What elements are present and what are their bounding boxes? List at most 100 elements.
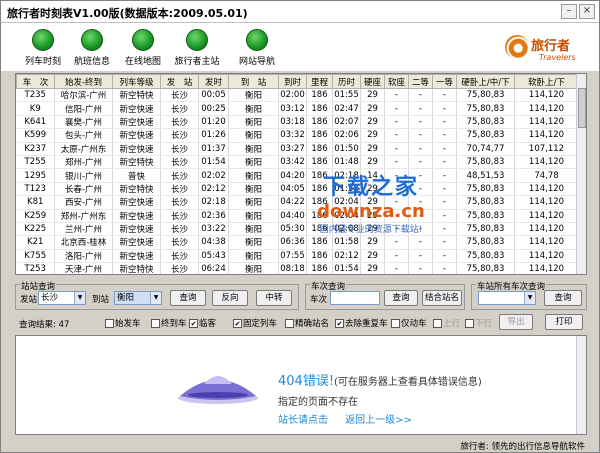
table-cell: 186: [306, 101, 333, 116]
checkbox-icon[interactable]: ✔: [233, 319, 242, 328]
scrollbar-thumb[interactable]: [578, 88, 586, 128]
checkbox-icon[interactable]: [151, 319, 160, 328]
table-cell: 186: [306, 222, 333, 237]
filter-checkbox[interactable]: ✔ 临客: [189, 317, 216, 329]
station-all-panel: 车站所有车次查询 ▼ 查询: [471, 280, 587, 310]
column-header[interactable]: 到 站: [228, 74, 279, 89]
error-title: 404错误!: [278, 374, 335, 389]
column-header[interactable]: 发 站: [160, 74, 199, 89]
export-button[interactable]: 导出: [499, 314, 533, 330]
station-query-button[interactable]: 查询: [170, 290, 206, 306]
column-header[interactable]: 一等: [432, 74, 457, 89]
checkbox-icon[interactable]: ✔: [189, 319, 198, 328]
table-row[interactable]: T123 长春-广州 新空特快 长沙 02:12 衡阳 04:05 186 01:53 29- - -…: [16, 182, 579, 197]
table-cell: 衡阳: [228, 249, 279, 264]
table-cell: 29: [360, 182, 385, 197]
filter-checkbox[interactable]: ✔ 去除重复车: [335, 317, 388, 329]
column-header[interactable]: 里程: [306, 74, 333, 89]
online-map-label: 在线地图: [124, 57, 161, 67]
online-map-button[interactable]: 在线地图: [115, 27, 171, 71]
train-number-input[interactable]: [330, 291, 380, 305]
table-cell: 新空快速: [112, 115, 161, 130]
filter-checkbox[interactable]: 上行: [433, 317, 460, 329]
table-cell: -: [408, 168, 433, 183]
train-schedule-label: 列车时刻: [24, 57, 61, 67]
grid-scrollbar[interactable]: [576, 74, 586, 274]
flight-info-button[interactable]: 航班信息: [64, 27, 120, 71]
reverse-button[interactable]: 反向: [212, 290, 248, 306]
table-row[interactable]: T255 郑州-广州 新空特快 长沙 01:54 衡阳 03:42 186 01:48 29- - -…: [16, 155, 579, 170]
from-station-select[interactable]: 长沙 ▼: [38, 291, 86, 305]
go-back-link[interactable]: 返回上一级>>: [345, 415, 412, 426]
chevron-down-icon[interactable]: ▼: [524, 292, 535, 304]
column-header[interactable]: 发时: [198, 74, 229, 89]
to-station-select[interactable]: 衡阳 ▼: [114, 291, 162, 305]
filter-checkbox[interactable]: 仅动车: [391, 317, 427, 329]
table-cell: -: [432, 195, 457, 210]
train-query-button[interactable]: 查询: [384, 290, 418, 306]
filter-checkbox[interactable]: ✔ 固定列车: [233, 317, 277, 329]
table-cell: 75,80,83: [456, 115, 515, 130]
filter-checkbox[interactable]: 下行: [465, 317, 492, 329]
webmaster-link[interactable]: 站长请点击: [278, 415, 328, 426]
column-header[interactable]: 软座: [384, 74, 409, 89]
table-row[interactable]: K599 包头-广州 新空快速 长沙 01:26 衡阳 03:32 186 02:06 29- - -…: [16, 128, 579, 143]
checkbox-icon[interactable]: ✔: [335, 319, 344, 328]
filter-checkbox[interactable]: 终到车: [151, 317, 187, 329]
column-header[interactable]: 始发-终到: [54, 74, 113, 89]
checkbox-icon[interactable]: [433, 319, 442, 328]
table-cell: K21: [16, 235, 55, 250]
column-header[interactable]: 列车等级: [112, 74, 161, 89]
chevron-down-icon[interactable]: ▼: [74, 292, 85, 304]
column-header[interactable]: 车 次: [16, 74, 55, 89]
table-cell: 新空快速: [112, 249, 161, 264]
schedule-grid[interactable]: 车 次始发-终到 列车等级发 站发时到 站到时 里程 历时 硬座 软座 二等 一等 硬卧上/中/…: [15, 73, 587, 275]
table-row[interactable]: K237 太原-广州东 新空快速 长沙 01:37 衡阳 03:27 186 01:50 29- -…: [16, 142, 579, 156]
table-cell: -: [408, 262, 433, 274]
table-row[interactable]: K259 郑州-广州东 新空快速 长沙 02:36 衡阳 04:40 186 02:04 29- -…: [16, 209, 579, 223]
table-cell: 04:20: [278, 168, 307, 183]
table-row[interactable]: K641 襄樊-广州 新空快速 长沙 01:20 衡阳 03:18 186 02:07 29- - -…: [16, 115, 579, 130]
checkbox-icon[interactable]: [105, 319, 114, 328]
station-all-select[interactable]: ▼: [478, 291, 536, 305]
flight-info-label: 航班信息: [73, 57, 110, 67]
table-cell: 14: [360, 168, 385, 183]
table-cell: -: [384, 195, 409, 210]
column-header[interactable]: 硬卧上/中/下: [456, 74, 515, 89]
table-row[interactable]: K225 兰州-广州 新空快速 长沙 03:22 衡阳 05:30 186 02:08 29- - -…: [16, 222, 579, 237]
error-note: (可在服务器上查看具体错误信息): [334, 377, 482, 388]
close-button[interactable]: ×: [579, 4, 595, 19]
site-nav-button[interactable]: 网站导航: [229, 27, 285, 71]
chevron-down-icon[interactable]: ▼: [150, 292, 161, 304]
combine-station-button[interactable]: 结合站名: [422, 290, 462, 306]
table-row[interactable]: K9 信阳-广州 新空快速 长沙 00:25 衡阳 03:12 186 02:47 29- - -75…: [16, 101, 579, 116]
column-header[interactable]: 历时: [332, 74, 361, 89]
column-header[interactable]: 二等: [408, 74, 433, 89]
print-button[interactable]: 打印: [545, 314, 583, 330]
filter-checkbox[interactable]: 精确站名: [285, 317, 329, 329]
checkbox-icon[interactable]: [465, 319, 474, 328]
checkbox-icon[interactable]: [391, 319, 400, 328]
station-all-query-button[interactable]: 查询: [544, 290, 582, 306]
table-cell: 衡阳: [228, 101, 279, 116]
train-schedule-button[interactable]: 列车时刻: [15, 27, 71, 71]
table-cell: 02:08: [332, 222, 361, 237]
filter-checkbox[interactable]: 始发车: [105, 317, 141, 329]
table-row[interactable]: T235 哈尔滨-广州 新空特快 长沙 00:05 衡阳 02:00 186 01:55 29- -…: [16, 88, 579, 103]
table-row[interactable]: K81 西安-广州 新空快速 长沙 02:18 衡阳 04:22 186 02:04 29- - -7…: [16, 195, 579, 210]
table-row[interactable]: K755 洛阳-广州 新空快速 长沙 05:43 衡阳 07:55 186 02:12 29- - -…: [16, 249, 579, 264]
column-header[interactable]: 到时: [278, 74, 307, 89]
table-row[interactable]: 1295 银川-广州 普快 长沙 02:02 衡阳 04:20 186 02:18 14- - -48…: [16, 168, 579, 183]
table-cell: 长沙: [160, 249, 199, 264]
checkbox-icon[interactable]: [285, 319, 294, 328]
table-cell: 29: [360, 115, 385, 130]
table-row[interactable]: K21 北京西-桂林 新空快速 长沙 04:38 衡阳 06:36 186 01:58 29- - -…: [16, 235, 579, 250]
table-row[interactable]: T253 天津-广州 新空特快 长沙 06:24 衡阳 08:18 186 01:54 29- - -…: [16, 262, 579, 274]
main-site-button[interactable]: 旅行者主站: [169, 27, 225, 71]
table-cell: 长沙: [160, 142, 199, 156]
column-header[interactable]: 软卧上/下: [514, 74, 579, 89]
web-scrollbar[interactable]: [576, 336, 586, 434]
column-header[interactable]: 硬座: [360, 74, 385, 89]
minimize-button[interactable]: –: [561, 4, 577, 19]
transfer-button[interactable]: 中转: [256, 290, 292, 306]
